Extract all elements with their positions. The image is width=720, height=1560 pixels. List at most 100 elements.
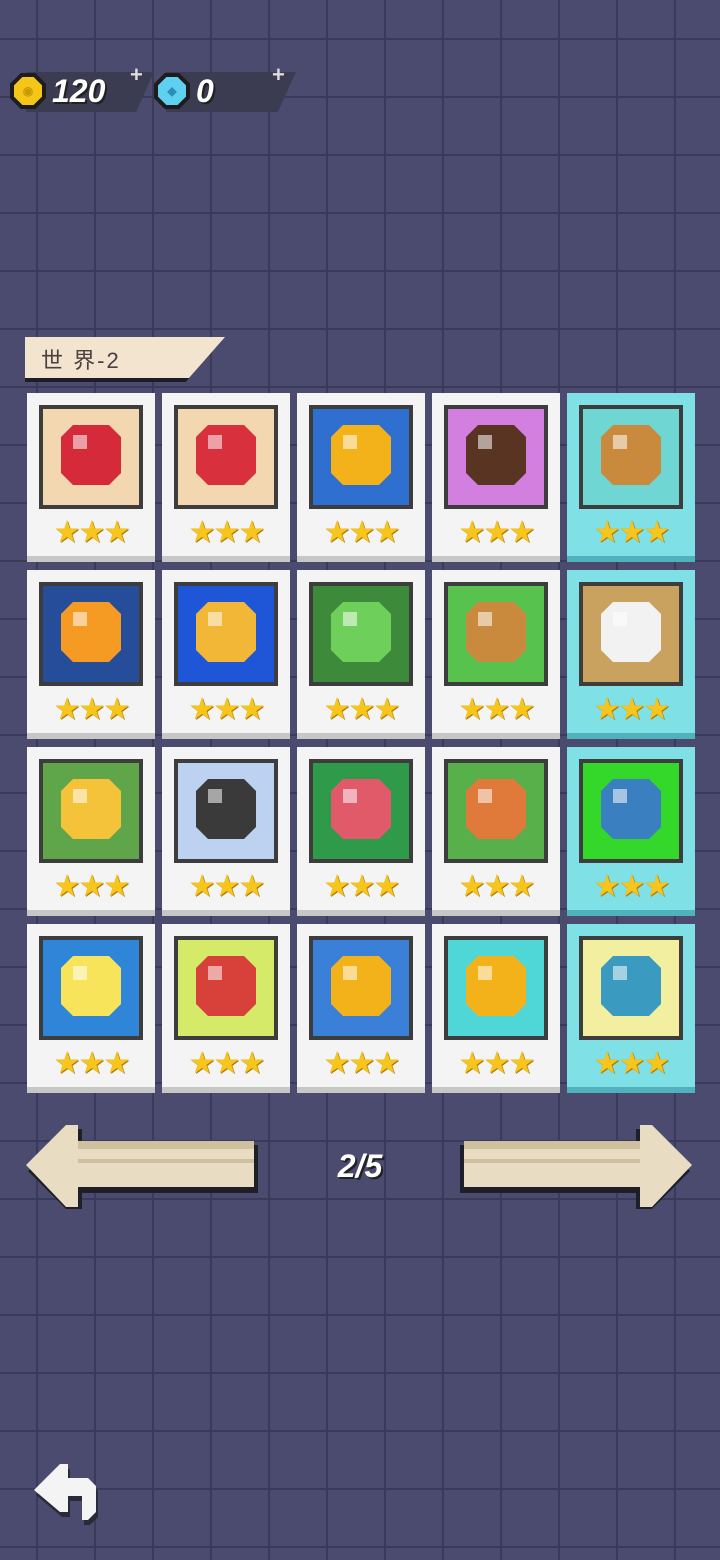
gem-amount: 0 [196, 72, 214, 109]
level-card[interactable]: ★★★ [27, 570, 155, 733]
level-card[interactable]: ★★★ [162, 747, 290, 910]
level-card[interactable]: ★★★ [432, 570, 560, 733]
level-art-highlight [478, 966, 492, 980]
star-rating: ★★★ [53, 516, 131, 549]
level-art [466, 425, 526, 485]
level-art-highlight [613, 612, 627, 626]
potato-icon [579, 405, 683, 509]
arrow-right-icon [460, 1125, 692, 1213]
star-rating: ★★★ [188, 1047, 266, 1080]
level-card[interactable]: ★★★ [297, 570, 425, 733]
star-rating: ★★★ [458, 1047, 536, 1080]
level-art-highlight [73, 435, 87, 449]
level-art-highlight [613, 435, 627, 449]
coin-counter: ◉ 120 + [8, 62, 154, 114]
level-art [196, 602, 256, 662]
add-gems-button[interactable]: + [272, 62, 285, 88]
level-card[interactable]: ★★★ [567, 393, 695, 556]
level-art [466, 602, 526, 662]
level-art-highlight [343, 789, 357, 803]
level-art-highlight [613, 966, 627, 980]
level-card[interactable]: ★★★ [432, 393, 560, 556]
meat-icon [174, 405, 278, 509]
candle-icon [39, 582, 143, 686]
key-icon [39, 759, 143, 863]
arrow-left-icon [26, 1125, 258, 1213]
world-label: 世 界-2 [25, 337, 225, 378]
level-card[interactable]: ★★★ [27, 924, 155, 1087]
level-art-highlight [613, 789, 627, 803]
coin-amount: 120 [52, 72, 106, 109]
star-rating: ★★★ [323, 1047, 401, 1080]
level-card[interactable]: ★★★ [27, 747, 155, 910]
level-art [466, 779, 526, 839]
add-coins-button[interactable]: + [130, 62, 143, 88]
level-art-highlight [73, 612, 87, 626]
level-card[interactable]: ★★★ [297, 924, 425, 1087]
star-rating: ★★★ [188, 516, 266, 549]
star-rating: ★★★ [593, 516, 671, 549]
level-art-highlight [208, 789, 222, 803]
strawberry-icon [174, 936, 278, 1040]
level-card[interactable]: ★★★ [27, 393, 155, 556]
level-art-highlight [208, 966, 222, 980]
next-page-button[interactable] [460, 1125, 692, 1213]
back-button[interactable] [30, 1458, 102, 1528]
prev-page-button[interactable] [26, 1125, 258, 1213]
level-art-highlight [478, 612, 492, 626]
level-card[interactable]: ★★★ [162, 393, 290, 556]
platypus-icon [579, 936, 683, 1040]
level-art [196, 956, 256, 1016]
level-card[interactable]: ★★★ [297, 747, 425, 910]
duck-icon [444, 936, 548, 1040]
level-art [601, 779, 661, 839]
level-art [331, 425, 391, 485]
level-card[interactable]: ★★★ [567, 747, 695, 910]
star-rating: ★★★ [458, 516, 536, 549]
page-indicator: 2/5 [337, 1148, 383, 1184]
level-art-highlight [343, 435, 357, 449]
star-rating: ★★★ [593, 693, 671, 726]
level-art [466, 956, 526, 1016]
level-art [331, 602, 391, 662]
level-grid: ★★★ ★★★ ★★★ ★★★ ★★★ ★★★ ★★★ ★★★ ★★★ ★★★ ★★★ ★★★ ★★★ ★… [27, 393, 695, 1087]
level-art-highlight [478, 435, 492, 449]
bear-icon [444, 405, 548, 509]
level-art [601, 602, 661, 662]
level-art [601, 956, 661, 1016]
star-rating: ★★★ [53, 870, 131, 903]
level-card[interactable]: ★★★ [162, 924, 290, 1087]
wooden-sign-icon [444, 582, 548, 686]
cow-icon [579, 582, 683, 686]
level-card[interactable]: ★★★ [297, 393, 425, 556]
level-art-highlight [343, 612, 357, 626]
level-art-highlight [208, 612, 222, 626]
level-art [61, 602, 121, 662]
star-rating: ★★★ [53, 1047, 131, 1080]
fox-icon [444, 759, 548, 863]
level-art-highlight [73, 966, 87, 980]
level-card[interactable]: ★★★ [432, 924, 560, 1087]
star-rating: ★★★ [458, 870, 536, 903]
star-creature-icon [39, 936, 143, 1040]
level-card[interactable]: ★★★ [567, 924, 695, 1087]
star-rating: ★★★ [593, 1047, 671, 1080]
chick-icon [309, 405, 413, 509]
level-card[interactable]: ★★★ [432, 747, 560, 910]
level-art [331, 956, 391, 1016]
level-art-highlight [208, 435, 222, 449]
star-rating: ★★★ [53, 693, 131, 726]
blue-gem-icon: ◆ [152, 71, 192, 111]
star-rating: ★★★ [323, 693, 401, 726]
star-rating: ★★★ [188, 693, 266, 726]
blue-creature-icon [579, 759, 683, 863]
frog-icon [309, 582, 413, 686]
star-rating: ★★★ [593, 870, 671, 903]
bee-icon [174, 582, 278, 686]
red-gem-icon [39, 405, 143, 509]
level-card[interactable]: ★★★ [162, 570, 290, 733]
level-art [61, 425, 121, 485]
star-rating: ★★★ [188, 870, 266, 903]
back-arrow-icon [34, 1464, 98, 1525]
level-card[interactable]: ★★★ [567, 570, 695, 733]
